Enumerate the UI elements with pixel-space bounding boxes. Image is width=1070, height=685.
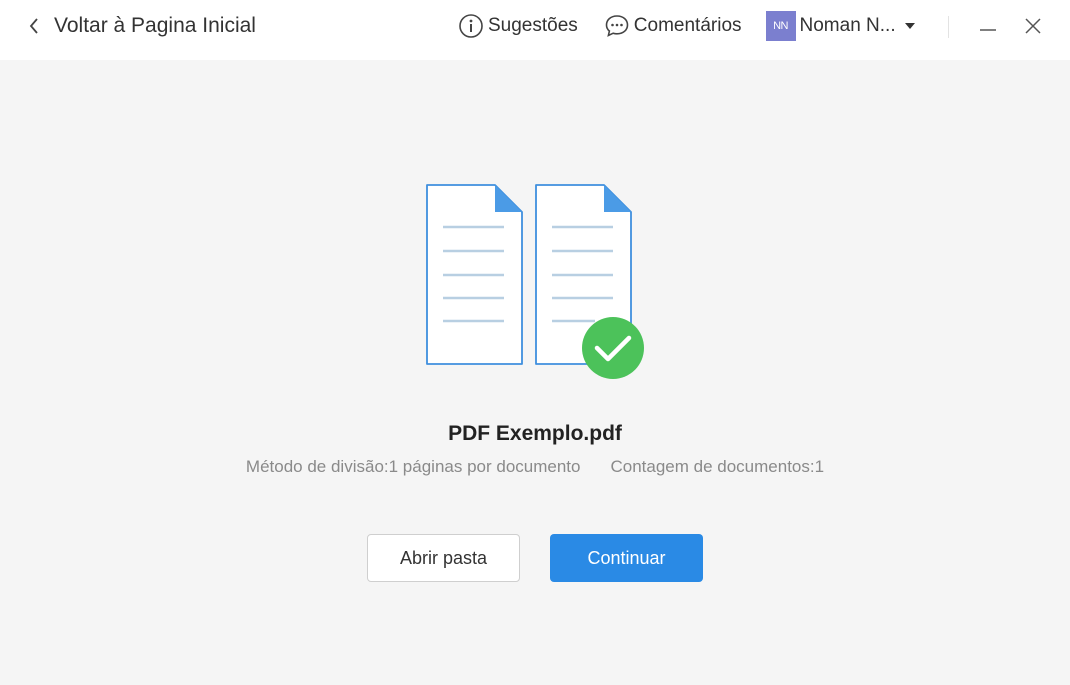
suggestions-button[interactable]: Sugestões: [458, 13, 578, 39]
header-divider: [948, 16, 949, 38]
comments-button[interactable]: Comentários: [604, 13, 742, 39]
user-menu[interactable]: NN Noman N...: [765, 11, 915, 41]
document-count-text: Contagem de documentos:1: [610, 457, 825, 476]
close-button[interactable]: [1020, 12, 1046, 40]
split-documents-illustration: [426, 184, 644, 379]
title-bar: Voltar à Pagina Inicial Sugestões Coment…: [0, 0, 1070, 60]
minimize-button[interactable]: [975, 12, 1001, 40]
back-to-home-button[interactable]: Voltar à Pagina Inicial: [28, 0, 256, 52]
document-left-icon: [426, 184, 523, 365]
open-folder-button[interactable]: Abrir pasta: [367, 534, 520, 582]
file-name: PDF Exemplo.pdf: [448, 422, 622, 445]
chevron-left-icon: [28, 18, 42, 34]
split-method-text: Método de divisão:1 páginas por document…: [245, 457, 581, 476]
close-icon: [1025, 18, 1041, 34]
minimize-icon: [980, 29, 996, 31]
split-info: Método de divisão:1 páginas por document…: [0, 457, 1070, 477]
suggestions-label: Sugestões: [488, 15, 578, 36]
chat-bubble-icon: [605, 15, 629, 37]
user-name: Noman N...: [799, 15, 896, 36]
continue-button[interactable]: Continuar: [550, 534, 703, 582]
comments-label: Comentários: [633, 15, 742, 36]
header-actions: Sugestões Comentários NN Noman N...: [458, 0, 915, 52]
info-circle-icon: [459, 14, 483, 38]
back-label: Voltar à Pagina Inicial: [54, 14, 256, 37]
avatar: NN: [765, 11, 796, 41]
checkmark-circle-icon: [582, 317, 644, 379]
caret-down-icon: [904, 23, 915, 29]
